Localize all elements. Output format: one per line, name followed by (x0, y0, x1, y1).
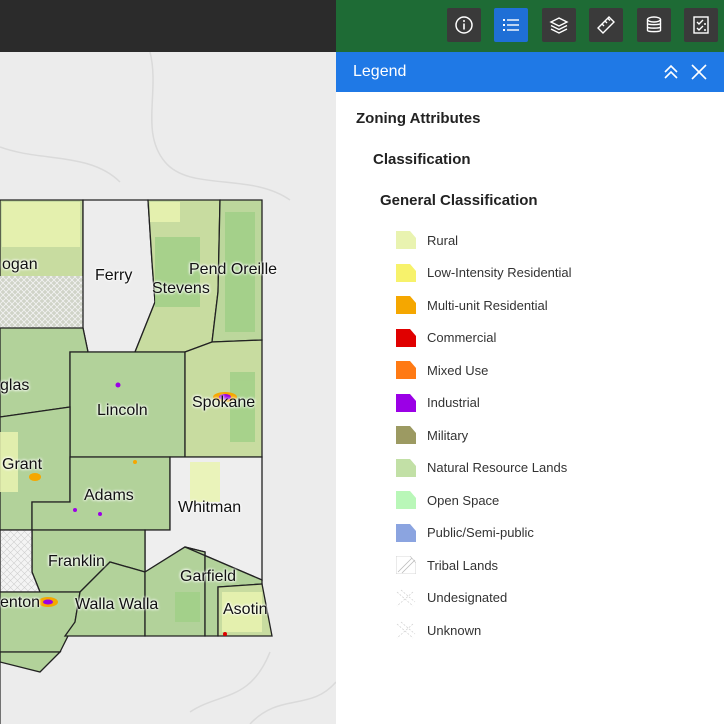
layers-button[interactable] (542, 8, 576, 42)
county-okanogan-tribal (0, 276, 83, 328)
legend-item-label: Commercial (427, 330, 497, 346)
info-icon (455, 16, 473, 34)
legend-item: Public/Semi-public (396, 517, 716, 550)
legend-button[interactable] (494, 8, 528, 42)
legend-item-label: Military (427, 427, 469, 443)
legend-item: Undesignated (396, 582, 716, 615)
legend-swatch (396, 458, 416, 477)
database-icon (646, 16, 662, 33)
county-label: Whitman (178, 499, 242, 516)
county-label: Franklin (48, 553, 105, 570)
legend-item-label: Public/Semi-public (427, 525, 534, 541)
legend-panel-header: Legend (336, 52, 724, 92)
legend-item-label: Multi-unit Residential (427, 297, 548, 313)
county-label: Lincoln (97, 402, 148, 419)
measure-button[interactable] (589, 8, 623, 42)
legend-subtitle: Classification (373, 151, 471, 168)
legend-swatch (396, 491, 416, 510)
checklist-icon (693, 16, 709, 34)
legend-item: Tribal Lands (396, 549, 716, 582)
legend-item-label: Undesignated (427, 590, 508, 606)
map-view[interactable]: ogan Ferry Stevens Pend Oreille glas Lin… (0, 52, 336, 724)
legend-item: Unknown (396, 614, 716, 647)
legend-item: Rural (396, 224, 716, 257)
county-label: enton (0, 594, 41, 611)
legend-list: Rural Low-Intensity Residential Multi-unit… (396, 224, 716, 647)
county-label: Spokane (192, 394, 256, 411)
county-label: Asotin (223, 601, 268, 618)
county-label: Pend Oreille (189, 261, 278, 278)
legend-group-title: General Classification (380, 192, 538, 209)
legend-swatch (396, 361, 416, 380)
legend-item-label: Unknown (427, 622, 482, 638)
legend-item-label: Low-Intensity Residential (427, 265, 572, 281)
legend-item-label: Tribal Lands (427, 557, 499, 573)
county-label: Stevens (152, 280, 210, 297)
legend-layer-title: Zoning Attributes (356, 110, 481, 127)
legend-item: Natural Resource Lands (396, 452, 716, 485)
county-label: glas (0, 377, 30, 394)
legend-panel: Legend Zoning Attributes Classification … (336, 52, 724, 724)
app-header-left (0, 0, 336, 52)
legend-item-label: Natural Resource Lands (427, 460, 568, 476)
info-button[interactable] (447, 8, 481, 42)
county-label: ogan (2, 256, 38, 273)
legend-item-label: Rural (427, 232, 459, 248)
layers-icon (549, 17, 569, 34)
legend-item: Commercial (396, 322, 716, 355)
chevron-double-up-icon (664, 64, 678, 79)
legend-swatch (396, 393, 416, 412)
legend-swatch (396, 556, 416, 575)
legend-item: Open Space (396, 484, 716, 517)
panel-title: Legend (353, 63, 407, 80)
county-label: Garfield (180, 568, 237, 585)
legend-item: Military (396, 419, 716, 452)
legend-item: Multi-unit Residential (396, 289, 716, 322)
legend-item-label: Industrial (427, 395, 480, 411)
legend-swatch (396, 231, 416, 250)
legend-swatch (396, 263, 416, 282)
legend-item-label: Open Space (427, 492, 500, 508)
legend-list-icon (503, 19, 519, 31)
legend-swatch (396, 589, 416, 607)
legend-swatch (396, 328, 416, 347)
measure-ruler-icon (597, 16, 615, 34)
legend-swatch (396, 296, 416, 315)
legend-item-label: Mixed Use (427, 362, 489, 378)
widget-toolbar (336, 0, 724, 52)
legend-item: Low-Intensity Residential (396, 257, 716, 290)
data-button[interactable] (637, 8, 671, 42)
legend-swatch (396, 621, 416, 639)
map-canvas (0, 52, 336, 724)
county-label: Ferry (95, 267, 133, 284)
legend-swatch (396, 523, 416, 542)
close-button[interactable] (689, 62, 709, 82)
legend-swatch (396, 426, 416, 445)
close-icon (691, 64, 707, 80)
checklist-button[interactable] (684, 8, 718, 42)
legend-item: Mixed Use (396, 354, 716, 387)
county-label: Grant (2, 456, 43, 473)
collapse-button[interactable] (661, 62, 681, 82)
county-south-west (0, 651, 62, 673)
county-label: Adams (84, 487, 134, 504)
legend-item: Industrial (396, 387, 716, 420)
county-label: Walla Walla (75, 596, 159, 613)
